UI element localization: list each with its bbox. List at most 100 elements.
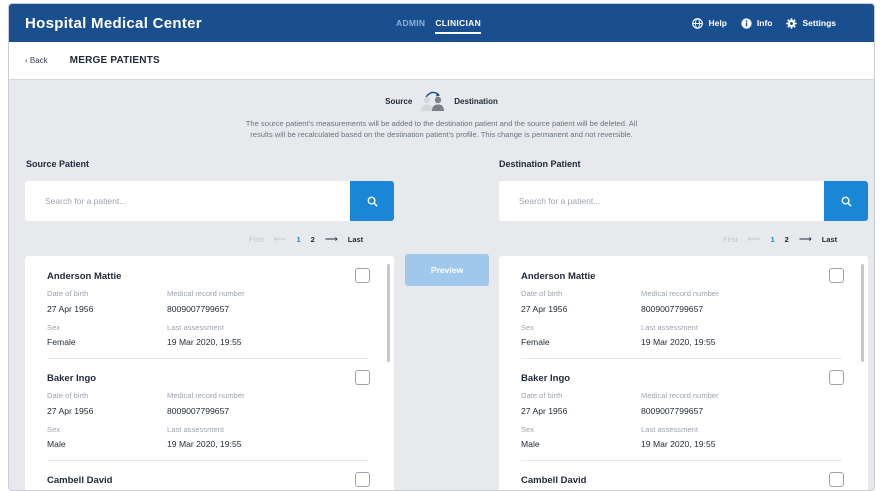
top-actions: Help Info Settings — [692, 4, 836, 42]
source-page-prev-icon[interactable]: ⟵ — [274, 234, 287, 245]
destination-patient-list: Anderson Mattie Date of birth Medical re… — [499, 256, 868, 490]
last-assessment-label: Last assessment — [641, 425, 698, 434]
tab-admin[interactable]: ADMIN — [396, 4, 425, 42]
source-patient-list: Anderson Mattie Date of birth Medical re… — [25, 256, 394, 490]
destination-list-item[interactable]: Baker Ingo Date of birth Medical record … — [499, 370, 868, 449]
merge-explanation-line-2: results will be recalculated based on th… — [250, 130, 633, 139]
destination-list-item[interactable]: Cambell David — [499, 472, 868, 487]
mrn-value: 8009007799657 — [167, 406, 230, 416]
dob-label: Date of birth — [47, 391, 89, 400]
mrn-value: 8009007799657 — [167, 304, 230, 314]
source-list-item[interactable]: Cambell David — [25, 472, 394, 487]
patient-name: Cambell David — [521, 475, 587, 486]
mrn-value: 8009007799657 — [641, 406, 704, 416]
sex-value: Male — [521, 439, 540, 449]
last-assessment-value: 19 Mar 2020, 19:55 — [167, 337, 242, 347]
last-assessment-label: Last assessment — [167, 425, 224, 434]
info-label: Info — [756, 18, 773, 28]
destination-select-checkbox[interactable] — [829, 370, 844, 385]
patient-name: Cambell David — [47, 475, 113, 486]
destination-search: Search for a patient... — [499, 181, 868, 221]
settings-button[interactable]: Settings — [786, 17, 836, 29]
divider — [47, 460, 368, 461]
sex-value: Male — [47, 439, 66, 449]
destination-patient-heading: Destination Patient — [499, 159, 581, 169]
destination-label: Destination — [454, 96, 498, 106]
dob-value: 27 Apr 1956 — [47, 304, 94, 314]
sex-label: Sex — [47, 323, 61, 332]
last-assessment-label: Last assessment — [167, 323, 224, 332]
source-list-item[interactable]: Baker Ingo Date of birth Medical record … — [25, 370, 394, 449]
destination-select-checkbox[interactable] — [829, 268, 844, 283]
source-page-1[interactable]: 1 — [297, 235, 301, 244]
source-select-checkbox[interactable] — [355, 370, 370, 385]
merge-explanation-line-1: The source patient's measurements will b… — [245, 119, 638, 128]
source-pagination: First ⟵ 1 2 ⟶ Last — [249, 234, 363, 245]
destination-list-item[interactable]: Anderson Mattie Date of birth Medical re… — [499, 268, 868, 347]
last-assessment-value: 19 Mar 2020, 19:55 — [167, 439, 242, 449]
source-search-button[interactable] — [350, 181, 394, 221]
destination-pagination: First ⟵ 1 2 ⟶ Last — [723, 234, 837, 245]
source-list-item[interactable]: Anderson Mattie Date of birth Medical re… — [25, 268, 394, 347]
role-tabs: ADMIN CLINICIAN — [396, 4, 481, 42]
patient-name: Anderson Mattie — [521, 271, 596, 282]
sex-value: Female — [47, 337, 76, 347]
last-assessment-label: Last assessment — [641, 323, 698, 332]
merge-patients-icon — [421, 91, 445, 111]
last-assessment-value: 19 Mar 2020, 19:55 — [641, 439, 716, 449]
destination-page-next-icon[interactable]: ⟶ — [799, 234, 812, 245]
dob-label: Date of birth — [521, 391, 563, 400]
destination-page-last[interactable]: Last — [822, 235, 837, 244]
source-page-2[interactable]: 2 — [311, 235, 315, 244]
dob-label: Date of birth — [47, 289, 89, 298]
divider — [521, 358, 842, 359]
patient-name: Anderson Mattie — [47, 271, 122, 282]
search-icon — [367, 196, 378, 207]
destination-search-button[interactable] — [824, 181, 868, 221]
help-button[interactable]: Help — [692, 17, 727, 29]
search-icon — [841, 196, 852, 207]
source-search: Search for a patient... — [25, 181, 394, 221]
source-search-input[interactable]: Search for a patient... — [25, 196, 350, 206]
divider — [47, 358, 368, 359]
dob-label: Date of birth — [521, 289, 563, 298]
source-label: Source — [385, 96, 413, 106]
destination-page-prev-icon[interactable]: ⟵ — [748, 234, 761, 245]
tab-clinician[interactable]: CLINICIAN — [435, 4, 481, 42]
patient-name: Baker Ingo — [47, 373, 97, 384]
destination-page-1[interactable]: 1 — [771, 235, 775, 244]
info-icon — [741, 17, 752, 29]
app-title: Hospital Medical Center — [25, 14, 202, 32]
mrn-label: Medical record number — [167, 289, 245, 298]
source-page-last[interactable]: Last — [348, 235, 363, 244]
sex-label: Sex — [521, 425, 535, 434]
mrn-label: Medical record number — [167, 391, 245, 400]
preview-button[interactable]: Preview — [405, 254, 489, 286]
destination-search-input[interactable]: Search for a patient... — [499, 196, 824, 206]
destination-page-2[interactable]: 2 — [785, 235, 789, 244]
merge-explanation: Source Destination The source patient's … — [9, 90, 874, 140]
source-patient-heading: Source Patient — [26, 159, 90, 169]
source-select-checkbox[interactable] — [355, 268, 370, 283]
help-label: Help — [708, 18, 727, 28]
source-page-next-icon[interactable]: ⟶ — [325, 234, 338, 245]
dob-value: 27 Apr 1956 — [521, 406, 568, 416]
destination-page-first[interactable]: First — [723, 235, 738, 244]
sex-label: Sex — [521, 323, 535, 332]
globe-icon — [692, 17, 704, 29]
mrn-label: Medical record number — [641, 289, 719, 298]
destination-select-checkbox[interactable] — [829, 472, 844, 487]
top-navigation-bar: Hospital Medical Center ADMIN CLINICIAN … — [9, 4, 874, 42]
info-button[interactable]: Info — [741, 17, 773, 29]
mrn-label: Medical record number — [641, 391, 719, 400]
back-button[interactable]: ‹ Back — [25, 56, 48, 65]
divider — [521, 460, 842, 461]
source-page-first[interactable]: First — [249, 235, 264, 244]
dob-value: 27 Apr 1956 — [521, 304, 568, 314]
last-assessment-value: 19 Mar 2020, 19:55 — [641, 337, 716, 347]
source-select-checkbox[interactable] — [355, 472, 370, 487]
page-header: ‹ Back MERGE PATIENTS — [9, 42, 874, 80]
page-title: MERGE PATIENTS — [69, 55, 160, 66]
sex-label: Sex — [47, 425, 61, 434]
settings-label: Settings — [802, 18, 836, 28]
